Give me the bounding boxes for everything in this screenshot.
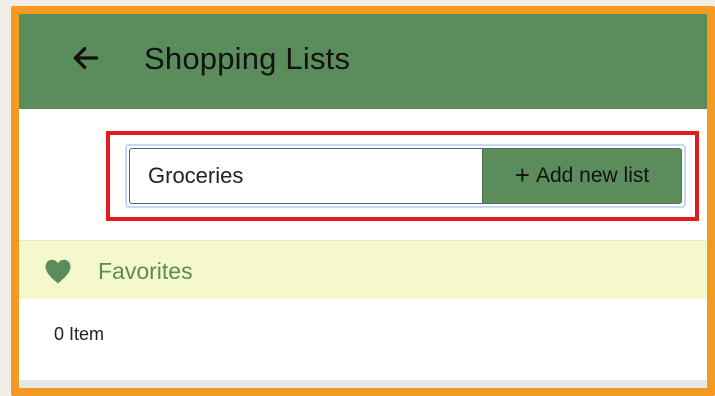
add-new-list-button[interactable]: + Add new list (482, 148, 682, 204)
highlight-frame: Shopping Lists + Add new list Favorites … (11, 6, 715, 396)
content-divider (19, 380, 707, 388)
app-header: Shopping Lists (19, 14, 707, 109)
plus-icon: + (514, 160, 530, 190)
page-title: Shopping Lists (144, 41, 351, 76)
favorites-label: Favorites (98, 258, 193, 284)
favorites-section[interactable]: Favorites (19, 240, 707, 299)
app-screen: Shopping Lists + Add new list Favorites … (0, 0, 715, 396)
add-list-highlight: + Add new list (106, 131, 699, 221)
add-list-form: + Add new list (125, 144, 686, 208)
item-count: 0 Item (54, 324, 105, 344)
back-button[interactable] (66, 38, 106, 78)
arrow-left-icon (73, 47, 99, 69)
add-new-list-label: Add new list (535, 164, 650, 187)
heart-icon (45, 259, 71, 284)
list-name-input[interactable] (129, 148, 482, 204)
